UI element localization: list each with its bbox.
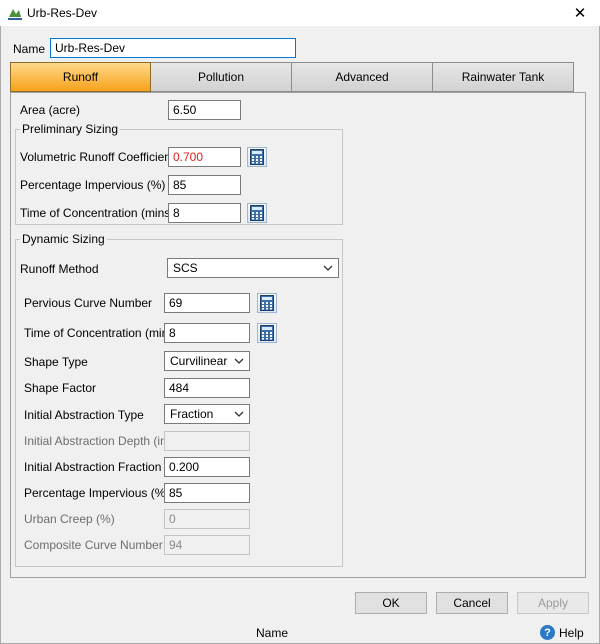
tab-advanced[interactable]: Advanced — [292, 62, 433, 92]
window-title: Urb-Res-Dev — [27, 6, 98, 20]
dyn-time-conc-input[interactable]: 8 — [164, 323, 250, 343]
apply-button: Apply — [517, 592, 589, 614]
runoff-method-label: Runoff Method — [20, 262, 99, 276]
calculator-icon[interactable] — [247, 147, 267, 167]
time-conc-label: Time of Concentration (mins) — [20, 206, 175, 220]
tab-bar: Runoff Pollution Advanced Rainwater Tank — [10, 62, 576, 92]
name-label: Name — [13, 42, 46, 56]
chevron-down-icon — [234, 411, 244, 417]
runoff-panel: Area (acre) 6.50 Preliminary Sizing Volu… — [10, 92, 586, 578]
ia-type-label: Initial Abstraction Type — [24, 408, 144, 422]
pervious-cn-input[interactable]: 69 — [164, 293, 250, 313]
calculator-icon[interactable] — [257, 293, 277, 313]
cancel-button[interactable]: Cancel — [436, 592, 508, 614]
runoff-method-select[interactable]: SCS — [167, 258, 339, 278]
help-link[interactable]: ? Help — [540, 625, 584, 640]
ia-type-select[interactable]: Fraction — [164, 404, 250, 424]
dyn-pct-impervious-label: Percentage Impervious (%) — [24, 486, 170, 500]
chevron-down-icon — [234, 358, 244, 364]
composite-cn-input: 94 — [164, 535, 250, 555]
shape-type-label: Shape Type — [24, 355, 88, 369]
tab-pollution[interactable]: Pollution — [151, 62, 292, 92]
calculator-icon[interactable] — [257, 323, 277, 343]
close-icon[interactable]: ✕ — [560, 0, 600, 26]
shape-type-select[interactable]: Curvilinear — [164, 351, 250, 371]
shape-factor-input[interactable]: 484 — [164, 378, 250, 398]
shape-factor-label: Shape Factor — [24, 381, 97, 395]
status-text: Name — [256, 626, 289, 640]
pct-impervious-input[interactable]: 85 — [168, 175, 241, 195]
ia-type-value: Fraction — [170, 407, 214, 421]
area-input[interactable]: 6.50 — [168, 100, 241, 120]
ia-depth-input — [164, 431, 250, 451]
title-bar: Urb-Res-Dev ✕ — [0, 0, 600, 26]
dynamic-sizing-group: Dynamic Sizing Runoff Method SCS Perviou… — [15, 232, 343, 567]
urban-creep-input: 0 — [164, 509, 250, 529]
time-conc-input[interactable]: 8 — [168, 203, 241, 223]
status-bar — [0, 622, 600, 644]
ok-button[interactable]: OK — [355, 592, 427, 614]
dyn-pct-impervious-input[interactable]: 85 — [164, 483, 250, 503]
name-input[interactable]: Urb-Res-Dev — [50, 38, 296, 58]
preliminary-sizing-group: Preliminary Sizing Volumetric Runoff Coe… — [15, 122, 343, 225]
runoff-method-value: SCS — [173, 261, 198, 275]
app-icon — [8, 9, 22, 20]
tab-runoff[interactable]: Runoff — [10, 62, 151, 92]
help-label: Help — [559, 625, 584, 640]
composite-cn-label: Composite Curve Number — [24, 538, 163, 552]
preliminary-sizing-title: Preliminary Sizing — [20, 122, 121, 136]
pct-impervious-label: Percentage Impervious (%) — [20, 178, 166, 192]
help-icon: ? — [540, 625, 555, 640]
volumetric-coeff-label: Volumetric Runoff Coefficient — [20, 150, 175, 164]
ia-fraction-label: Initial Abstraction Fraction — [24, 460, 162, 474]
dynamic-sizing-title: Dynamic Sizing — [20, 232, 107, 246]
area-label: Area (acre) — [20, 103, 81, 117]
volumetric-coeff-input[interactable]: 0.700 — [168, 147, 241, 167]
shape-type-value: Curvilinear — [170, 354, 228, 368]
calculator-icon[interactable] — [247, 203, 267, 223]
chevron-down-icon — [323, 265, 333, 271]
ia-depth-label: Initial Abstraction Depth (in) — [24, 434, 171, 448]
tab-rainwater-tank[interactable]: Rainwater Tank — [433, 62, 574, 92]
ia-fraction-input[interactable]: 0.200 — [164, 457, 250, 477]
dyn-time-conc-label: Time of Concentration (mins) — [24, 326, 179, 340]
urban-creep-label: Urban Creep (%) — [24, 512, 115, 526]
pervious-cn-label: Pervious Curve Number — [24, 296, 153, 310]
